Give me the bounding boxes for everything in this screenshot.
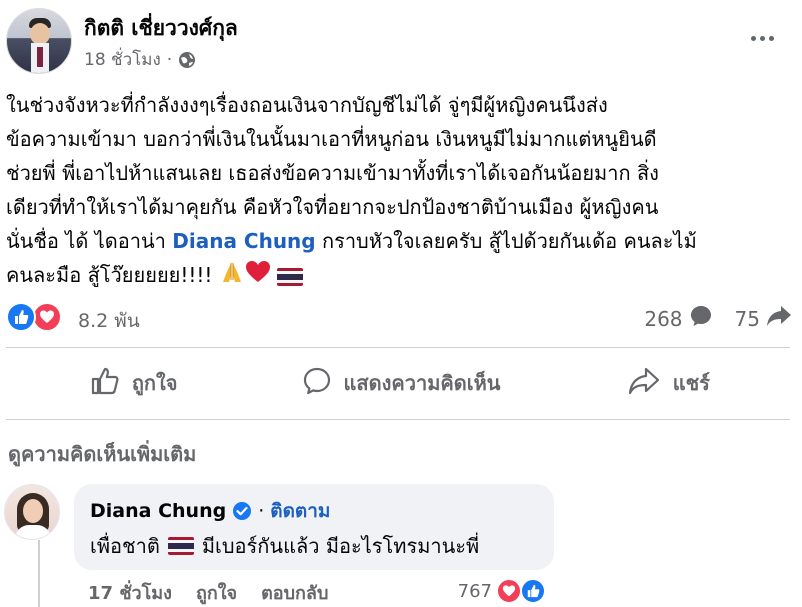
post-body: ในช่วงจังหวะที่กำลังงงๆเรื่องถอนเงินจากบ…	[6, 88, 796, 294]
post-header: กิตติ เชี่ยววงศ์กุล 18 ชั่วโมง ·	[0, 0, 802, 80]
comment-thread-line	[38, 540, 40, 607]
post-timestamp[interactable]: 18 ชั่วโมง	[84, 46, 161, 73]
commenter-avatar[interactable]	[4, 484, 60, 540]
post-body-line: ข้อความเข้ามา บอกว่าพี่เงินในนั้นมาเอาที…	[6, 127, 657, 151]
post-body-text: นั่นชื่อ ได้ ไดอาน่า	[6, 229, 173, 253]
thumbs-up-icon	[90, 366, 120, 401]
author-name[interactable]: กิตติ เชี่ยววงศ์กุล	[84, 12, 238, 45]
comment-timestamp[interactable]: 17 ชั่วโมง	[88, 578, 172, 607]
share-arrow-icon	[766, 305, 792, 332]
engagement-stats: 268 75	[630, 304, 792, 333]
comments-count-group[interactable]: 268	[644, 304, 712, 333]
shares-count: 75	[734, 306, 760, 331]
comment-actions: 17 ชั่วโมง ถูกใจ ตอบกลับ	[88, 578, 328, 607]
reactions-summary: 8.2 พัน 268 75	[6, 300, 792, 338]
divider	[6, 347, 790, 348]
post-body-line: เดียวที่ทำให้เราได้มาคุยกัน คือหัวใจที่อ…	[6, 195, 659, 219]
comments-count: 268	[644, 306, 683, 331]
more-options-button[interactable]	[744, 26, 780, 50]
mention-link-diana-chung[interactable]: Diana Chung	[172, 229, 315, 253]
comment-author-row: Diana Chung · ติดตาม	[90, 496, 330, 526]
thailand-flag-icon	[167, 537, 194, 555]
post-body-line: นั่นชื่อ ได้ ไดอาน่า Diana Chung กราบหัว…	[6, 224, 796, 258]
reaction-icons[interactable]	[6, 302, 62, 332]
post-action-bar: ถูกใจ แสดงความคิดเห็น แชร์	[0, 352, 802, 414]
more-options-icon	[750, 35, 756, 41]
pray-emoji-icon	[219, 260, 245, 294]
reaction-count[interactable]: 8.2 พัน	[78, 306, 140, 336]
share-button[interactable]: แชร์	[535, 352, 802, 414]
comment-button[interactable]: แสดงความคิดเห็น	[267, 352, 534, 414]
comment-text-part: เพื่อชาติ	[90, 534, 160, 558]
globe-icon	[178, 51, 196, 69]
share-icon	[627, 366, 661, 401]
post-meta: 18 ชั่วโมง ·	[84, 46, 196, 73]
post-body-line: ช่วยพี่ พี่เอาไปห้าแสนเลย เธอส่งข้อความเ…	[6, 161, 659, 185]
like-reaction-icon	[520, 578, 546, 604]
divider	[6, 419, 790, 420]
comment-text: เพื่อชาติ มีเบอร์กันแล้ว มีอะไรโทรมานะพี…	[90, 530, 479, 562]
like-button-label: ถูกใจ	[131, 371, 178, 395]
share-button-label: แชร์	[672, 371, 710, 395]
love-reaction-icon	[496, 578, 522, 604]
verified-badge-icon	[232, 501, 252, 521]
comment-reply-button[interactable]: ตอบกลับ	[261, 578, 328, 607]
comment-author-name[interactable]: Diana Chung	[90, 500, 226, 522]
heart-emoji-icon	[245, 260, 271, 294]
comment-reactions[interactable]: 767	[458, 578, 546, 604]
post-body-text: คนละมือ สู้โว๊ยยยยย!!!!	[6, 263, 219, 287]
comment-bubble-icon	[689, 304, 713, 333]
post-body-line: ในช่วงจังหวะที่กำลังงงๆเรื่องถอนเงินจากบ…	[6, 93, 608, 117]
post-body-line: คนละมือ สู้โว๊ยยยยย!!!!	[6, 258, 796, 294]
comment-icon	[302, 366, 332, 401]
comment-like-button[interactable]: ถูกใจ	[196, 578, 237, 607]
meta-separator: ·	[166, 49, 173, 70]
love-reaction-icon	[32, 302, 62, 332]
shares-count-group[interactable]: 75	[735, 305, 792, 332]
author-separator: ·	[258, 500, 265, 522]
like-reaction-icon	[6, 302, 36, 332]
thailand-flag-icon	[277, 267, 304, 286]
author-avatar[interactable]	[6, 8, 72, 74]
view-more-comments-link[interactable]: ดูความคิดเห็นเพิ่มเติม	[8, 438, 196, 470]
comment-reaction-count: 767	[457, 580, 492, 602]
follow-button[interactable]: ติดตาม	[270, 496, 330, 526]
like-button[interactable]: ถูกใจ	[0, 352, 267, 414]
comment-text-part: มีเบอร์กันแล้ว มีอะไรโทรมานะพี่	[201, 534, 480, 558]
post-body-text: กราบหัวใจเลยครับ สู้ไปด้วยกันเด้อ คนละไม…	[315, 229, 697, 253]
comment-bubble: Diana Chung · ติดตาม เพื่อชาติ มีเบอร์กั…	[74, 484, 554, 570]
comment-button-label: แสดงความคิดเห็น	[343, 371, 501, 395]
